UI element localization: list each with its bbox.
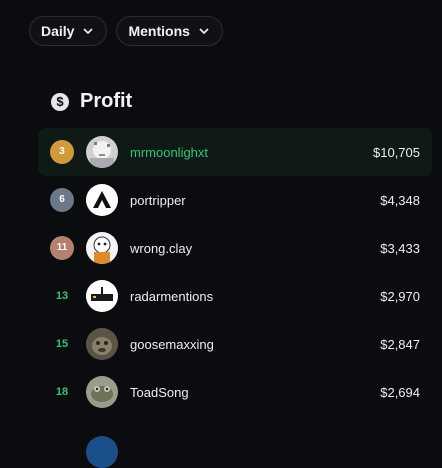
avatar — [86, 232, 118, 264]
period-dropdown[interactable]: Daily — [29, 16, 108, 46]
username[interactable]: mrmoonlighxt — [130, 145, 208, 160]
chevron-down-icon — [199, 28, 209, 34]
avatar — [86, 184, 118, 216]
username[interactable]: radarmentions — [130, 289, 213, 304]
rank-badge: 11 — [50, 236, 74, 260]
list-item[interactable]: 11 wrong.clay $3,433 — [38, 224, 432, 272]
rank-badge: 3 — [50, 140, 74, 164]
list-item[interactable] — [38, 416, 432, 468]
chevron-down-icon — [84, 28, 93, 34]
profit-amount: $3,433 — [380, 240, 420, 256]
list-item[interactable]: 6 portripper $4,348 — [38, 176, 432, 224]
type-label: Mentions — [128, 23, 190, 39]
avatar — [86, 328, 118, 360]
profit-amount: $2,847 — [380, 336, 420, 352]
filter-bar: Daily Mentions — [29, 16, 223, 46]
list-item[interactable]: 15 goosemaxxing $2,847 — [38, 320, 432, 368]
list-item[interactable]: 3 mrmoonlighxt $10,705 — [38, 128, 432, 176]
avatar — [86, 136, 118, 168]
dollar-circle-icon: $ — [51, 92, 69, 111]
avatar — [86, 436, 118, 468]
section-title: Profit — [80, 90, 133, 112]
section-header: $ Profit — [51, 90, 132, 113]
list-item[interactable]: 18 ToadSong $2,694 — [38, 368, 432, 416]
profit-amount: $2,694 — [380, 384, 420, 400]
avatar — [86, 280, 118, 312]
rank-number: 15 — [55, 338, 69, 350]
profit-amount: $10,705 — [373, 144, 420, 160]
leaderboard-list: 3 mrmoonlighxt $10,705 6 portripper $4,3… — [38, 128, 432, 468]
list-item[interactable]: 13 radarmentions $2,970 — [38, 272, 432, 320]
rank-badge: 6 — [50, 188, 74, 212]
username[interactable]: wrong.clay — [130, 241, 192, 256]
username[interactable]: ToadSong — [130, 385, 189, 400]
rank-number: 13 — [55, 290, 69, 302]
period-label: Daily — [41, 23, 75, 39]
avatar — [86, 376, 118, 408]
profit-amount: $2,970 — [380, 288, 420, 304]
profit-amount: $4,348 — [380, 192, 420, 208]
rank-number: 18 — [55, 386, 69, 398]
username[interactable]: goosemaxxing — [130, 337, 214, 352]
username[interactable]: portripper — [130, 193, 186, 208]
type-dropdown[interactable]: Mentions — [116, 16, 223, 46]
